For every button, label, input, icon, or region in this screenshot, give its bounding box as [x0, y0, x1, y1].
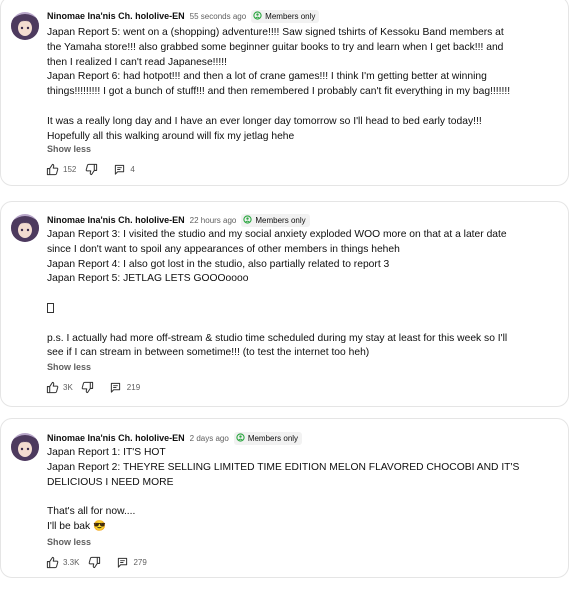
reply-count[interactable]: 219 [127, 383, 140, 392]
text-line: It was a really long day and I have an e… [47, 115, 482, 127]
text-line: then I realized I can't read Japanese!!!… [47, 56, 227, 68]
comment-header: Ninomae Ina'nis Ch. hololive-EN 55 secon… [47, 7, 320, 25]
avatar[interactable] [11, 12, 39, 40]
text-line: see if I can stream in between sometime!… [47, 347, 370, 359]
text-line: the Yamaha store!!! also grabbed some be… [47, 41, 504, 53]
members-only-badge: Members only [251, 7, 320, 25]
author-name[interactable]: Ninomae Ina'nis Ch. hololive-EN [47, 215, 185, 225]
missing-glyph-icon [47, 303, 54, 314]
comment-text: Japan Report 5: went on a (shopping) adv… [47, 26, 547, 144]
text-line: Japan Report 6: had hotpot!!! and then a… [47, 71, 487, 83]
dislike-icon[interactable] [84, 162, 98, 176]
text-line: Japan Report 1: IT'S HOT [47, 447, 166, 458]
members-icon [236, 429, 245, 447]
reply-count[interactable]: 279 [133, 558, 146, 567]
text-line [47, 287, 547, 302]
dislike-icon[interactable] [87, 555, 101, 569]
avatar[interactable] [11, 433, 39, 461]
badge-label: Members only [247, 433, 299, 443]
like-count: 3.3K [63, 557, 80, 567]
emoji-placeholder [47, 302, 547, 317]
text-line: since I don't want to spoil any appearan… [47, 243, 400, 255]
members-only-badge: Members only [241, 211, 310, 229]
members-only-badge: Members only [233, 429, 303, 447]
text-line: things!!!!!!!!! I got a bunch of stuff!!… [47, 86, 511, 98]
text-line: Japan Report 3: I visited the studio and… [47, 229, 507, 240]
text-line: I'll be bak 😎 [47, 520, 106, 532]
comment-actions: 3K 219 [45, 379, 140, 395]
badge-label: Members only [255, 215, 306, 225]
text-line: Japan Report 4: I also got lost in the s… [47, 258, 390, 270]
text-line [47, 100, 547, 115]
timestamp[interactable]: 2 days ago [190, 434, 229, 443]
like-count: 3K [63, 382, 73, 392]
comment-header: Ninomae Ina'nis Ch. hololive-EN 2 days a… [47, 429, 303, 447]
comment-actions: 152 4 [45, 161, 135, 177]
timestamp[interactable]: 22 hours ago [190, 216, 237, 225]
like-icon[interactable] [45, 555, 59, 569]
text-line: Japan Report 5: JETLAG LETS GOOOoooo [47, 273, 249, 285]
like-icon[interactable] [45, 162, 59, 176]
author-name[interactable]: Ninomae Ina'nis Ch. hololive-EN [47, 11, 185, 21]
show-less-button[interactable]: Show less [47, 144, 91, 154]
text-line: That's all for now.... [47, 506, 136, 518]
text-line: Hopefully all this walking around will f… [47, 130, 295, 142]
badge-label: Members only [265, 11, 316, 21]
comment-header: Ninomae Ina'nis Ch. hololive-EN 22 hours… [47, 212, 310, 228]
text-line [47, 317, 547, 332]
reply-icon[interactable] [115, 555, 129, 569]
like-count: 152 [63, 164, 77, 174]
author-name[interactable]: Ninomae Ina'nis Ch. hololive-EN [47, 433, 185, 443]
avatar[interactable] [11, 214, 39, 242]
reply-count[interactable]: 4 [130, 165, 134, 174]
members-icon [243, 211, 253, 229]
comment-actions: 3.3K 279 [45, 554, 147, 570]
timestamp[interactable]: 55 seconds ago [190, 12, 247, 21]
text-line: Japan Report 5: went on a (shopping) adv… [47, 27, 504, 38]
text-line: Japan Report 2: THEYRE SELLING LIMITED T… [47, 461, 520, 473]
reply-icon[interactable] [112, 162, 126, 176]
comment-text: Japan Report 3: I visited the studio and… [47, 228, 547, 361]
text-line: p.s. I actually had more off-stream & st… [47, 332, 508, 344]
text-line: DELICIOUS I NEED MORE [47, 476, 174, 488]
text-line [47, 490, 547, 505]
reply-icon[interactable] [109, 380, 123, 394]
members-icon [253, 7, 262, 25]
comment-text: Japan Report 1: IT'S HOT Japan Report 2:… [47, 446, 547, 535]
show-less-button[interactable]: Show less [47, 537, 91, 547]
dislike-icon[interactable] [81, 380, 95, 394]
like-icon[interactable] [45, 380, 59, 394]
show-less-button[interactable]: Show less [47, 362, 91, 372]
